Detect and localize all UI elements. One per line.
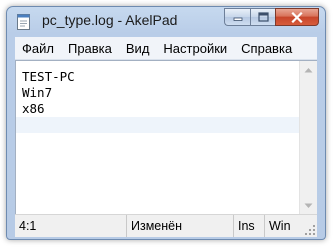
menu-help[interactable]: Справка: [234, 41, 299, 56]
insert-mode[interactable]: Ins: [234, 215, 265, 237]
text-area[interactable]: TEST-PC Win7 x86: [16, 61, 301, 214]
text-line: Win7: [22, 85, 53, 100]
text-line: x86: [22, 101, 45, 116]
menu-file[interactable]: Файл: [15, 41, 61, 56]
scroll-up-button[interactable]: [300, 61, 317, 78]
arrow-down-icon: [304, 203, 313, 208]
current-line: [16, 117, 301, 133]
modified-status: Изменён: [127, 215, 234, 237]
close-icon: [291, 11, 303, 23]
title-bar[interactable]: pc_type.log - AkelPad: [7, 7, 325, 37]
vertical-scrollbar[interactable]: [299, 61, 317, 214]
window-controls: [224, 8, 319, 28]
minimize-icon: [233, 17, 242, 21]
menu-view[interactable]: Вид: [119, 41, 157, 56]
menu-settings[interactable]: Настройки: [156, 41, 234, 56]
scroll-down-button[interactable]: [300, 197, 317, 214]
cursor-position: 4:1: [15, 215, 127, 237]
minimize-button[interactable]: [224, 8, 250, 26]
close-button[interactable]: [275, 8, 319, 26]
editor-pane[interactable]: TEST-PC Win7 x86: [15, 60, 317, 214]
app-window: pc_type.log - AkelPad Файл Правка Вид На…: [6, 6, 326, 240]
resize-grip-icon[interactable]: [304, 224, 316, 236]
text-line: TEST-PC: [22, 69, 75, 84]
status-bar: 4:1 Изменён Ins Win: [15, 214, 317, 237]
menu-edit[interactable]: Правка: [61, 41, 119, 56]
maximize-icon: [257, 12, 269, 22]
arrow-up-icon: [304, 67, 313, 72]
menu-bar: Файл Правка Вид Настройки Справка: [15, 37, 317, 60]
maximize-button[interactable]: [250, 8, 275, 26]
notepad-icon: [17, 14, 30, 30]
window-title: pc_type.log - AkelPad: [42, 12, 178, 28]
